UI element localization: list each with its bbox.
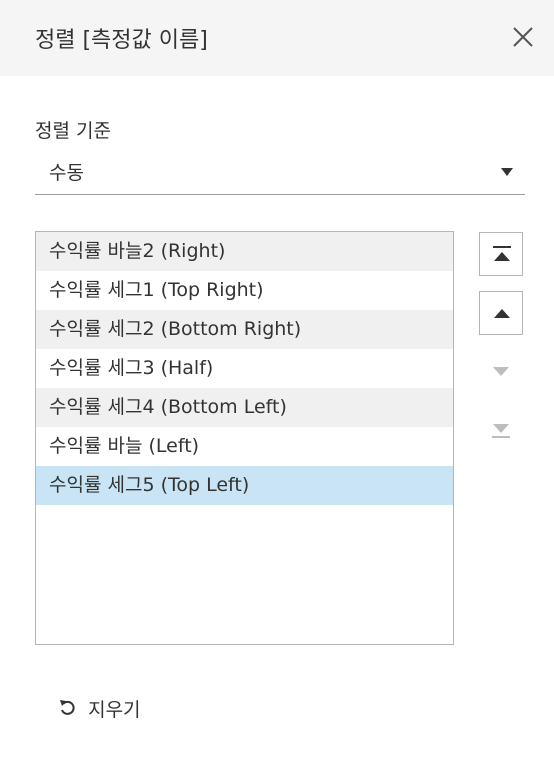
close-button[interactable] xyxy=(506,20,540,54)
list-item[interactable]: 수익률 세그3 (Half) xyxy=(36,349,453,388)
sort-order-list[interactable]: 수익률 바늘2 (Right) 수익률 세그1 (Top Right) 수익률 … xyxy=(35,231,454,645)
clear-button[interactable]: 지우기 xyxy=(57,695,141,725)
clear-label: 지우기 xyxy=(88,699,141,721)
list-item[interactable]: 수익률 세그4 (Bottom Left) xyxy=(36,388,453,427)
list-item[interactable]: 수익률 세그1 (Top Right) xyxy=(36,271,453,310)
move-to-top-icon xyxy=(494,252,510,261)
undo-icon xyxy=(57,697,77,721)
move-up-icon xyxy=(494,309,510,318)
sort-by-value: 수동 xyxy=(49,162,84,184)
chevron-down-icon xyxy=(501,168,513,176)
close-icon xyxy=(513,27,533,47)
dialog-header: 정렬 [측정값 이름] xyxy=(0,0,554,76)
move-down-button[interactable] xyxy=(479,350,523,394)
dialog-title: 정렬 [측정값 이름] xyxy=(35,28,208,53)
move-to-top-bar xyxy=(493,246,511,248)
move-up-button[interactable] xyxy=(479,291,523,335)
move-to-bottom-button[interactable] xyxy=(479,409,523,453)
move-down-icon xyxy=(493,367,509,376)
move-to-top-button[interactable] xyxy=(479,232,523,276)
list-item[interactable]: 수익률 세그2 (Bottom Right) xyxy=(36,310,453,349)
move-to-bottom-icon xyxy=(493,424,509,433)
sort-by-label: 정렬 기준 xyxy=(35,120,111,142)
list-item[interactable]: 수익률 바늘 (Left) xyxy=(36,427,453,466)
move-to-bottom-bar xyxy=(492,436,510,438)
list-item-selected[interactable]: 수익률 세그5 (Top Left) xyxy=(36,466,453,505)
sort-by-dropdown[interactable]: 수동 xyxy=(35,150,525,195)
list-item[interactable]: 수익률 바늘2 (Right) xyxy=(36,232,453,271)
